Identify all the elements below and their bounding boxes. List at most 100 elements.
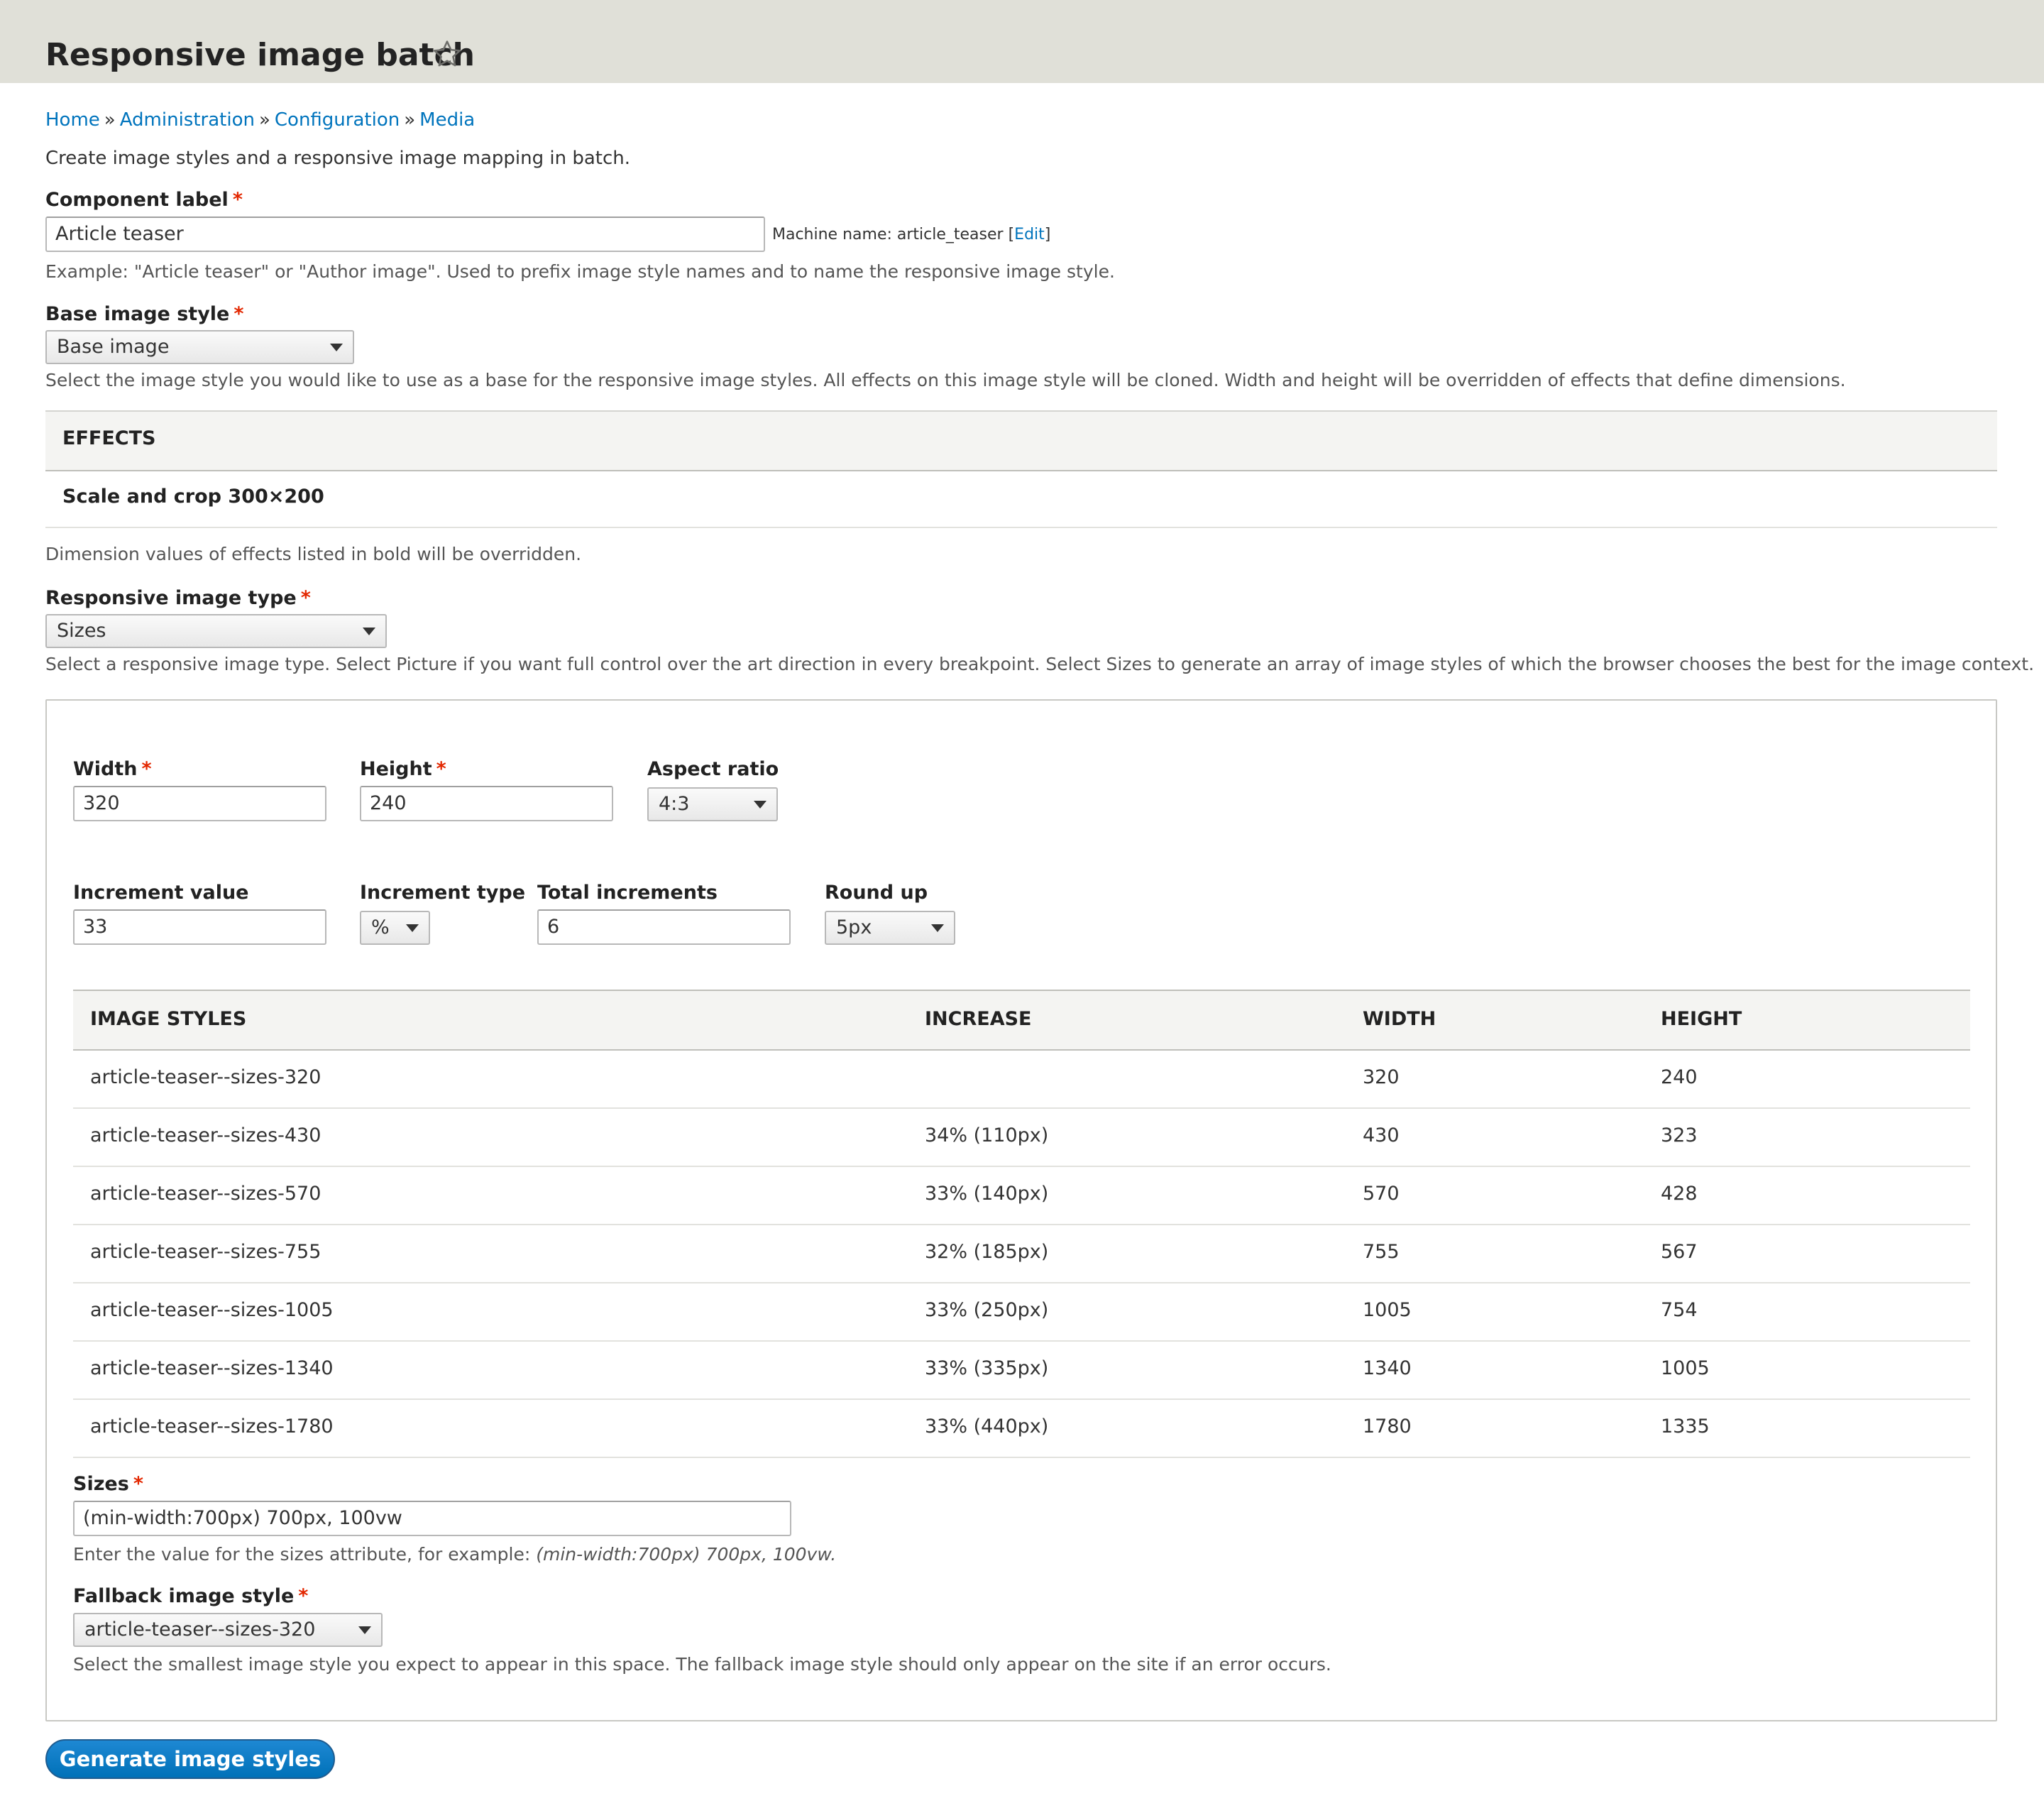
page: Responsive image batch Home» Administrati…: [0, 0, 2044, 1818]
required-mark: *: [232, 189, 243, 211]
required-mark: *: [298, 1585, 309, 1607]
machine-name-edit-link[interactable]: Edit: [1014, 226, 1045, 243]
round-up-label: Round up: [825, 882, 928, 904]
base-image-style-label: Base image style *: [45, 303, 244, 325]
intro-text: Create image styles and a responsive ima…: [45, 148, 631, 169]
cell-width: 1340: [1363, 1357, 1412, 1379]
sizes-label: Sizes *: [73, 1473, 143, 1495]
required-mark: *: [300, 587, 311, 609]
cell-image-style: article-teaser--sizes-1005: [90, 1299, 334, 1321]
table-row: article-teaser--sizes-1005 33% (250px) 1…: [73, 1282, 1970, 1342]
column-header-increase: INCREASE: [925, 1008, 1032, 1030]
machine-name: Machine name: article_teaser [Edit]: [772, 226, 1051, 243]
table-row: article-teaser--sizes-320 320 240: [73, 1049, 1970, 1109]
increment-type-select[interactable]: %: [360, 911, 430, 945]
chevron-down-icon: [358, 1626, 371, 1634]
fallback-image-style-label: Fallback image style *: [73, 1585, 309, 1607]
sizes-input[interactable]: (min-width:700px) 700px, 100vw: [73, 1501, 791, 1536]
breadcrumb-media[interactable]: Media: [419, 109, 475, 131]
table-header: IMAGE STYLES INCREASE WIDTH HEIGHT: [73, 990, 1970, 1051]
page-header: Responsive image batch: [0, 0, 2044, 83]
generate-image-styles-button[interactable]: Generate image styles: [45, 1739, 335, 1779]
cell-height: 754: [1661, 1299, 1698, 1321]
breadcrumb-home[interactable]: Home: [45, 109, 100, 131]
component-label-input[interactable]: Article teaser: [45, 217, 765, 252]
responsive-image-type-label: Responsive image type *: [45, 587, 311, 609]
cell-width: 755: [1363, 1241, 1400, 1263]
chevron-down-icon: [754, 801, 766, 809]
component-label-description: Example: "Article teaser" or "Author ima…: [45, 261, 1115, 282]
breadcrumb-separator: »: [258, 109, 270, 131]
required-mark: *: [133, 1473, 143, 1495]
fallback-image-style-description: Select the smallest image style you expe…: [73, 1654, 1331, 1675]
cell-image-style: article-teaser--sizes-1340: [90, 1357, 334, 1379]
height-input[interactable]: 240: [360, 786, 613, 821]
cell-width: 1780: [1363, 1415, 1412, 1438]
cell-height: 1005: [1661, 1357, 1710, 1379]
breadcrumb-administration[interactable]: Administration: [120, 109, 255, 131]
effects-row: Scale and crop 300×200: [45, 470, 1997, 528]
star-outline-icon[interactable]: [432, 38, 463, 70]
page-title: Responsive image batch: [45, 37, 475, 73]
column-header-width: WIDTH: [1363, 1008, 1436, 1030]
cell-image-style: article-teaser--sizes-755: [90, 1241, 322, 1263]
required-mark: *: [233, 303, 244, 325]
cell-increase: 33% (440px): [925, 1415, 1049, 1438]
effects-table-header: EFFECTS: [45, 410, 1997, 471]
aspect-ratio-label: Aspect ratio: [647, 758, 779, 780]
cell-image-style: article-teaser--sizes-1780: [90, 1415, 334, 1438]
cell-increase: 33% (335px): [925, 1357, 1049, 1379]
total-increments-input[interactable]: 6: [537, 909, 791, 945]
breadcrumb-separator: »: [104, 109, 116, 131]
width-input[interactable]: 320: [73, 786, 326, 821]
breadcrumb: Home» Administration» Configuration» Media: [45, 106, 475, 134]
column-header-image-styles: IMAGE STYLES: [90, 1008, 247, 1030]
table-row: article-teaser--sizes-1780 33% (440px) 1…: [73, 1398, 1970, 1458]
cell-image-style: article-teaser--sizes-320: [90, 1066, 322, 1088]
cell-height: 567: [1661, 1241, 1698, 1263]
cell-height: 240: [1661, 1066, 1698, 1088]
cell-increase: 34% (110px): [925, 1124, 1049, 1146]
breadcrumb-configuration[interactable]: Configuration: [275, 109, 400, 131]
cell-image-style: article-teaser--sizes-570: [90, 1183, 322, 1205]
cell-width: 570: [1363, 1183, 1400, 1205]
round-up-select[interactable]: 5px: [825, 911, 955, 945]
responsive-image-type-select[interactable]: Sizes: [45, 614, 387, 648]
base-image-style-description: Select the image style you would like to…: [45, 370, 1846, 390]
effects-note: Dimension values of effects listed in bo…: [45, 544, 582, 564]
total-increments-label: Total increments: [537, 882, 718, 904]
chevron-down-icon: [931, 924, 944, 932]
chevron-down-icon: [330, 344, 343, 351]
breadcrumb-separator: »: [404, 109, 416, 131]
increment-type-label: Increment type: [360, 882, 526, 904]
table-row: article-teaser--sizes-755 32% (185px) 75…: [73, 1224, 1970, 1283]
required-mark: *: [141, 758, 152, 780]
cell-width: 1005: [1363, 1299, 1412, 1321]
width-label: Width *: [73, 758, 152, 780]
cell-height: 323: [1661, 1124, 1698, 1146]
increment-value-input[interactable]: 33: [73, 909, 326, 945]
chevron-down-icon: [406, 924, 419, 932]
table-row: article-teaser--sizes-570 33% (140px) 57…: [73, 1166, 1970, 1225]
aspect-ratio-select[interactable]: 4:3: [647, 787, 778, 821]
cell-increase: 33% (140px): [925, 1183, 1049, 1205]
height-label: Height *: [360, 758, 446, 780]
increment-value-label: Increment value: [73, 882, 249, 904]
component-label-label: Component label *: [45, 189, 243, 211]
fallback-image-style-select[interactable]: article-teaser--sizes-320: [73, 1613, 383, 1647]
column-header-height: HEIGHT: [1661, 1008, 1742, 1030]
required-mark: *: [436, 758, 446, 780]
cell-increase: 32% (185px): [925, 1241, 1049, 1263]
cell-increase: 33% (250px): [925, 1299, 1049, 1321]
table-row: article-teaser--sizes-430 34% (110px) 43…: [73, 1107, 1970, 1167]
table-row: article-teaser--sizes-1340 33% (335px) 1…: [73, 1340, 1970, 1400]
cell-width: 430: [1363, 1124, 1400, 1146]
base-image-style-select[interactable]: Base image: [45, 330, 354, 364]
sizes-description: Enter the value for the sizes attribute,…: [73, 1544, 837, 1565]
responsive-image-type-description: Select a responsive image type. Select P…: [45, 654, 2035, 674]
cell-width: 320: [1363, 1066, 1400, 1088]
cell-height: 1335: [1661, 1415, 1710, 1438]
cell-height: 428: [1661, 1183, 1698, 1205]
cell-image-style: article-teaser--sizes-430: [90, 1124, 322, 1146]
chevron-down-icon: [363, 628, 375, 635]
